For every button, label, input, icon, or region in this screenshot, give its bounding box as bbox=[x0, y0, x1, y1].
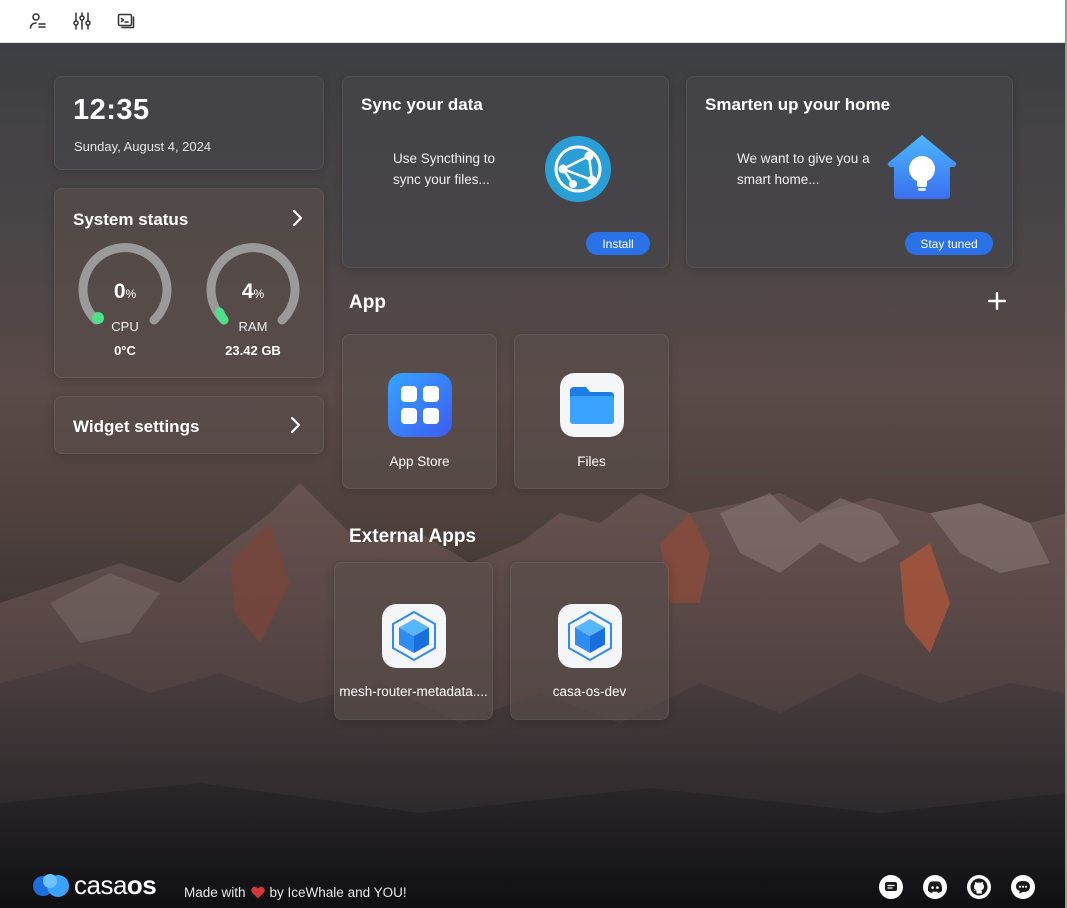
feedback-button[interactable] bbox=[879, 875, 903, 899]
sync-promo-text: Use Syncthing to sync your files... bbox=[393, 151, 496, 187]
cube-icon bbox=[558, 604, 622, 668]
app-section-title: App bbox=[349, 292, 386, 313]
app-store-icon bbox=[388, 373, 452, 437]
ram-usage: 23.42 GB bbox=[225, 343, 281, 358]
terminal-button[interactable] bbox=[114, 10, 138, 32]
sync-promo-card: Sync your data Use Syncthing to sync you… bbox=[342, 76, 669, 268]
widget-settings-button[interactable]: Widget settings bbox=[54, 396, 324, 454]
discord-icon bbox=[927, 881, 943, 893]
chevron-right-icon bbox=[290, 416, 301, 434]
system-status-title: System status bbox=[73, 210, 189, 229]
external-apps-section-title: External Apps bbox=[349, 526, 477, 547]
smart-home-icon bbox=[887, 135, 957, 199]
app-name-mesh-router-metadata: mesh-router-metadata.... bbox=[339, 684, 488, 699]
footer-made-with: Made with bbox=[184, 885, 246, 900]
settings-sliders-icon bbox=[73, 12, 91, 30]
cpu-label: CPU bbox=[111, 319, 139, 334]
app-name-casa-os-dev: casa-os-dev bbox=[552, 684, 627, 699]
app-tile-mesh-router-metadata[interactable]: mesh-router-metadata.... bbox=[334, 562, 493, 720]
app-name-app-store: App Store bbox=[389, 454, 450, 469]
ram-label: RAM bbox=[238, 319, 268, 334]
stay-tuned-button[interactable]: Stay tuned bbox=[905, 232, 993, 255]
discord-button[interactable] bbox=[923, 875, 947, 899]
feedback-icon bbox=[885, 882, 897, 891]
app-tile-casa-os-dev[interactable]: casa-os-dev bbox=[510, 562, 669, 720]
sync-promo-title: Sync your data bbox=[361, 95, 483, 114]
heart-icon bbox=[250, 886, 265, 899]
clock-date: Sunday, August 4, 2024 bbox=[74, 139, 212, 154]
casaos-logo-icon bbox=[33, 874, 69, 897]
account-button[interactable] bbox=[26, 10, 50, 32]
cpu-value: 0% bbox=[113, 280, 137, 303]
settings-button[interactable] bbox=[70, 10, 94, 32]
app-tile-files[interactable]: Files bbox=[514, 334, 669, 489]
github-button[interactable] bbox=[967, 875, 991, 899]
ram-value: 4% bbox=[241, 280, 265, 303]
casaos-logo[interactable]: casaos bbox=[32, 870, 157, 900]
chevron-right-icon[interactable] bbox=[291, 209, 305, 227]
clock-time: 12:35 bbox=[73, 94, 150, 126]
footer-by: by IceWhale and YOU! bbox=[269, 885, 407, 900]
smart-home-promo-text: We want to give you a smart home... bbox=[737, 151, 870, 187]
cube-icon bbox=[382, 604, 446, 668]
app-tile-app-store[interactable]: App Store bbox=[342, 334, 497, 489]
syncthing-icon bbox=[545, 136, 611, 202]
widget-settings-title: Widget settings bbox=[73, 417, 200, 436]
account-icon bbox=[29, 13, 46, 29]
system-status-widget: System status 0% CPU 0°C 4% RAM 23.42 GB bbox=[54, 188, 324, 378]
terminal-icon bbox=[117, 13, 135, 29]
add-app-plus-icon[interactable] bbox=[988, 292, 1006, 310]
cpu-temperature: 0°C bbox=[114, 343, 136, 358]
community-icon bbox=[1016, 881, 1030, 894]
casaos-logo-text: casaos bbox=[74, 870, 157, 900]
github-icon bbox=[970, 878, 988, 896]
smart-home-promo-card: Smarten up your home We want to give you… bbox=[686, 76, 1013, 268]
install-button[interactable]: Install bbox=[586, 232, 650, 255]
community-button[interactable] bbox=[1011, 875, 1035, 899]
top-toolbar bbox=[0, 0, 1067, 43]
footer-credit: Made with by IceWhale and YOU! bbox=[184, 885, 407, 900]
smart-home-promo-title: Smarten up your home bbox=[705, 95, 891, 114]
files-folder-icon bbox=[560, 373, 624, 437]
app-name-files: Files bbox=[577, 454, 606, 469]
clock-widget: 12:35 Sunday, August 4, 2024 bbox=[54, 76, 324, 170]
